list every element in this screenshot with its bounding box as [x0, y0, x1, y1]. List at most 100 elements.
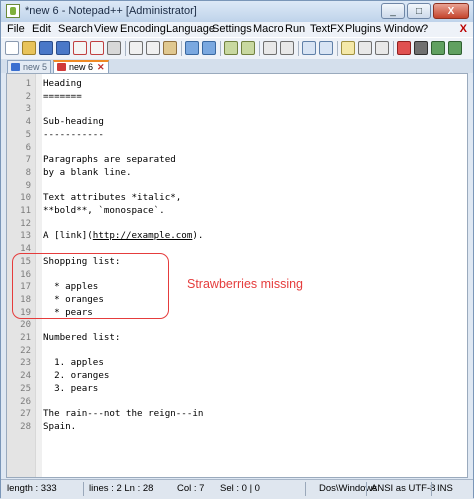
menu-textfx[interactable]: TextFX	[310, 23, 344, 35]
line-number: 22	[20, 345, 31, 356]
status-length: length : 333	[7, 483, 57, 494]
tab-close-icon[interactable]: ✕	[97, 62, 105, 72]
editor-line[interactable]: 20	[7, 319, 467, 332]
new-file-icon[interactable]	[5, 41, 19, 55]
editor-line[interactable]: 2 =======	[7, 91, 467, 104]
line-text: Numbered list:	[43, 332, 121, 343]
editor-line[interactable]: 26	[7, 396, 467, 409]
close-file-icon[interactable]	[73, 41, 87, 55]
copy-icon[interactable]	[146, 41, 160, 55]
cut-icon[interactable]	[129, 41, 143, 55]
editor-line[interactable]: 10 Text attributes *italic*,	[7, 192, 467, 205]
editor-line[interactable]: 24 2. oranges	[7, 370, 467, 383]
menu-file[interactable]: File	[7, 23, 25, 35]
editor-line[interactable]: 3	[7, 103, 467, 116]
editor-line[interactable]: 11 **bold**, `monospace`.	[7, 205, 467, 218]
save-all-icon[interactable]	[56, 41, 70, 55]
print-icon[interactable]	[107, 41, 121, 55]
menu-run[interactable]: Run	[285, 23, 305, 35]
editor-line[interactable]: 23 1. apples	[7, 357, 467, 370]
sync-vertical-icon[interactable]	[302, 41, 316, 55]
editor-line[interactable]: 13 A [link](http://example.com).	[7, 230, 467, 243]
editor-line[interactable]: 28 Spain.	[7, 421, 467, 434]
status-bar: length : 333 lines : 2 Ln : 28 Col : 7 S…	[1, 479, 473, 499]
line-text: Sub-heading	[43, 116, 104, 128]
maximize-button[interactable]: □	[407, 3, 431, 19]
editor-line[interactable]: 1 Heading	[7, 78, 467, 91]
zoom-out-icon[interactable]	[280, 41, 294, 55]
line-text: 2. oranges	[43, 370, 110, 382]
menu-window[interactable]: Window	[384, 23, 423, 35]
editor-line[interactable]: 21 Numbered list:	[7, 332, 467, 345]
line-text: A [link](http://example.com).	[43, 230, 203, 243]
redo-icon[interactable]	[202, 41, 216, 55]
toolbar-separator	[337, 41, 338, 56]
notepadpp-window: *new 6 - Notepad++ [Administrator] _ □ X…	[0, 0, 474, 499]
menu-encoding[interactable]: Encoding	[120, 23, 166, 35]
menu-view[interactable]: View	[94, 23, 118, 35]
annotation-highlight-box	[12, 253, 169, 319]
menu-language[interactable]: Language	[166, 23, 215, 35]
line-text: Heading	[43, 78, 82, 89]
editor-line[interactable]: 25 3. pears	[7, 383, 467, 396]
zoom-in-icon[interactable]	[263, 41, 277, 55]
sync-horizontal-icon[interactable]	[319, 41, 333, 55]
undo-icon[interactable]	[185, 41, 199, 55]
paste-icon[interactable]	[163, 41, 177, 55]
word-wrap-icon[interactable]	[341, 41, 355, 55]
status-col: Col : 7	[177, 483, 205, 494]
menu-search[interactable]: Search	[58, 23, 93, 35]
menu-edit[interactable]: Edit	[32, 23, 51, 35]
play-macro-icon[interactable]	[431, 41, 445, 55]
line-number: 26	[20, 396, 31, 407]
editor-line[interactable]: 9	[7, 180, 467, 193]
close-button[interactable]: X	[433, 3, 469, 19]
editor-line[interactable]: 7 Paragraphs are separated	[7, 154, 467, 167]
tab-new-6[interactable]: new 6 ✕	[53, 60, 109, 73]
line-number: 7	[25, 155, 31, 166]
editor-line[interactable]: 12	[7, 218, 467, 231]
line-number: 10	[20, 193, 31, 204]
line-number: 28	[20, 421, 31, 432]
editor-line[interactable]: 5 -----------	[7, 129, 467, 142]
line-number: 8	[25, 167, 31, 178]
url-link[interactable]: http://example.com	[93, 230, 193, 241]
editor-line[interactable]: 8 by a blank line.	[7, 167, 467, 180]
save-icon[interactable]	[39, 41, 53, 55]
menu-plugins[interactable]: Plugins	[345, 23, 381, 35]
menu-bar: File Edit Search View Encoding Language …	[1, 22, 473, 37]
editor-line[interactable]: 6	[7, 142, 467, 155]
minimize-button[interactable]: _	[381, 3, 405, 19]
find-icon[interactable]	[224, 41, 238, 55]
status-separator	[431, 482, 432, 496]
status-separator	[305, 482, 306, 496]
line-text-segment: A [link](	[43, 230, 93, 242]
close-all-icon[interactable]	[90, 41, 104, 55]
status-separator	[83, 482, 84, 496]
show-all-chars-icon[interactable]	[358, 41, 372, 55]
line-number: 6	[25, 142, 31, 153]
replace-icon[interactable]	[241, 41, 255, 55]
menu-settings[interactable]: Settings	[212, 23, 252, 35]
line-number: 9	[25, 180, 31, 191]
close-document-icon[interactable]: X	[460, 23, 467, 35]
open-file-icon[interactable]	[22, 41, 36, 55]
tab-new-5[interactable]: new 5	[7, 60, 52, 73]
menu-macro[interactable]: Macro	[253, 23, 284, 35]
line-text: -----------	[43, 128, 104, 140]
editor-line[interactable]: 22	[7, 345, 467, 358]
line-text: Text attributes *italic*,	[43, 192, 182, 204]
stop-macro-icon[interactable]	[414, 41, 428, 55]
toolbar-separator	[220, 41, 221, 56]
run-macro-multiple-icon[interactable]	[448, 41, 462, 55]
editor-line[interactable]: 4 Sub-heading	[7, 116, 467, 129]
editor-line[interactable]: 27 The rain---not the reign---in	[7, 408, 467, 421]
tab-label: new 6	[69, 62, 94, 72]
menu-help[interactable]: ?	[422, 23, 428, 35]
title-bar[interactable]: *new 6 - Notepad++ [Administrator] _ □ X	[1, 1, 473, 22]
indent-guide-icon[interactable]	[375, 41, 389, 55]
status-sel: Sel : 0 | 0	[220, 483, 260, 494]
line-text: 3. pears	[43, 382, 99, 394]
toolbar-separator	[181, 41, 182, 56]
record-macro-icon[interactable]	[397, 41, 411, 55]
